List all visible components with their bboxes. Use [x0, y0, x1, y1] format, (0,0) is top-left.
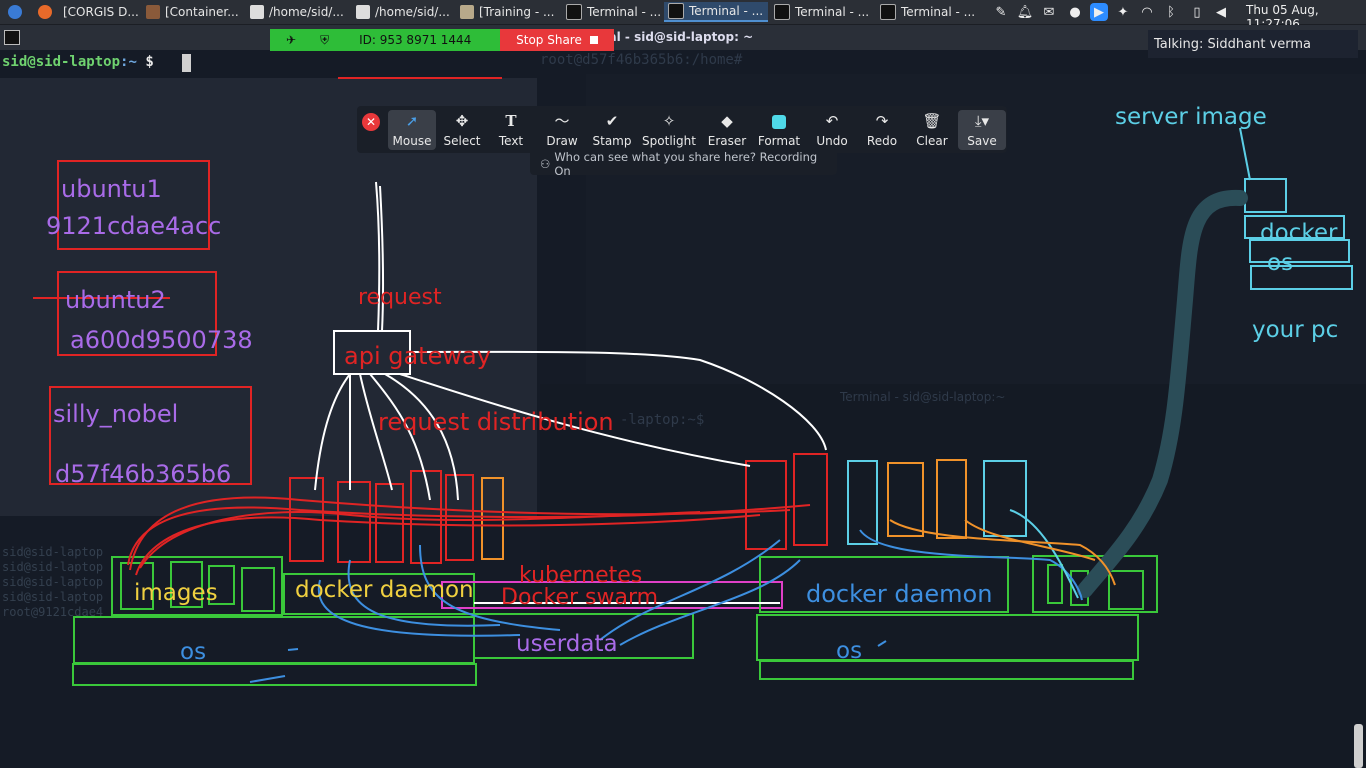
label-request: request [358, 285, 442, 310]
data-line [877, 640, 887, 647]
label-docker-swarm: Docker swarm [501, 585, 659, 610]
container-box-cyan [847, 460, 878, 545]
pull-pipe [1077, 189, 1248, 598]
hardware-box [72, 663, 477, 686]
label-silly-nobel: silly_nobel [53, 400, 179, 428]
distribution-line [314, 373, 351, 491]
container-box-cyan [983, 460, 1027, 537]
label-os: os [180, 639, 207, 665]
label-docker: docker [1260, 220, 1338, 246]
scrollbar[interactable] [1354, 724, 1363, 768]
container-box [793, 453, 828, 546]
container-box-orange [481, 477, 504, 560]
label-api-gateway: api gateway [344, 342, 491, 370]
label-docker-daemon-right: docker daemon [806, 580, 993, 608]
container-box [745, 460, 787, 550]
image-box [241, 567, 275, 612]
label-os-small: os [1267, 250, 1294, 276]
data-line [287, 648, 299, 651]
label-userdata: userdata [516, 631, 618, 657]
label-docker-daemon: docker daemon [295, 577, 474, 603]
label-ubuntu1: ubuntu1 [61, 175, 162, 203]
distribution-line [384, 373, 459, 501]
container-box-orange [887, 462, 924, 537]
os-box-right [756, 614, 1139, 661]
image-box [1047, 564, 1063, 604]
label-request-distribution: request distribution [378, 408, 614, 436]
arrow-line [1239, 127, 1251, 181]
data-line [1009, 509, 1079, 599]
label-silly-nobel-id: d57f46b365b6 [55, 460, 232, 488]
image-box [1108, 570, 1144, 610]
data-line [249, 675, 286, 683]
label-images: images [134, 580, 218, 606]
distribution-line [369, 373, 431, 501]
hardware-box-right [759, 660, 1134, 680]
label-os-right: os [836, 638, 863, 664]
os-box [73, 616, 475, 664]
server-image-box [1244, 178, 1287, 213]
label-ubuntu2-id: a600d9500738 [70, 326, 253, 354]
container-box-orange [936, 459, 967, 539]
label-ubuntu1-id: 9121cdae4acc [46, 212, 222, 240]
label-server-image: server image [1115, 104, 1267, 130]
label-your-pc: your pc [1252, 317, 1339, 343]
label-ubuntu2: ubuntu2 [65, 286, 166, 314]
